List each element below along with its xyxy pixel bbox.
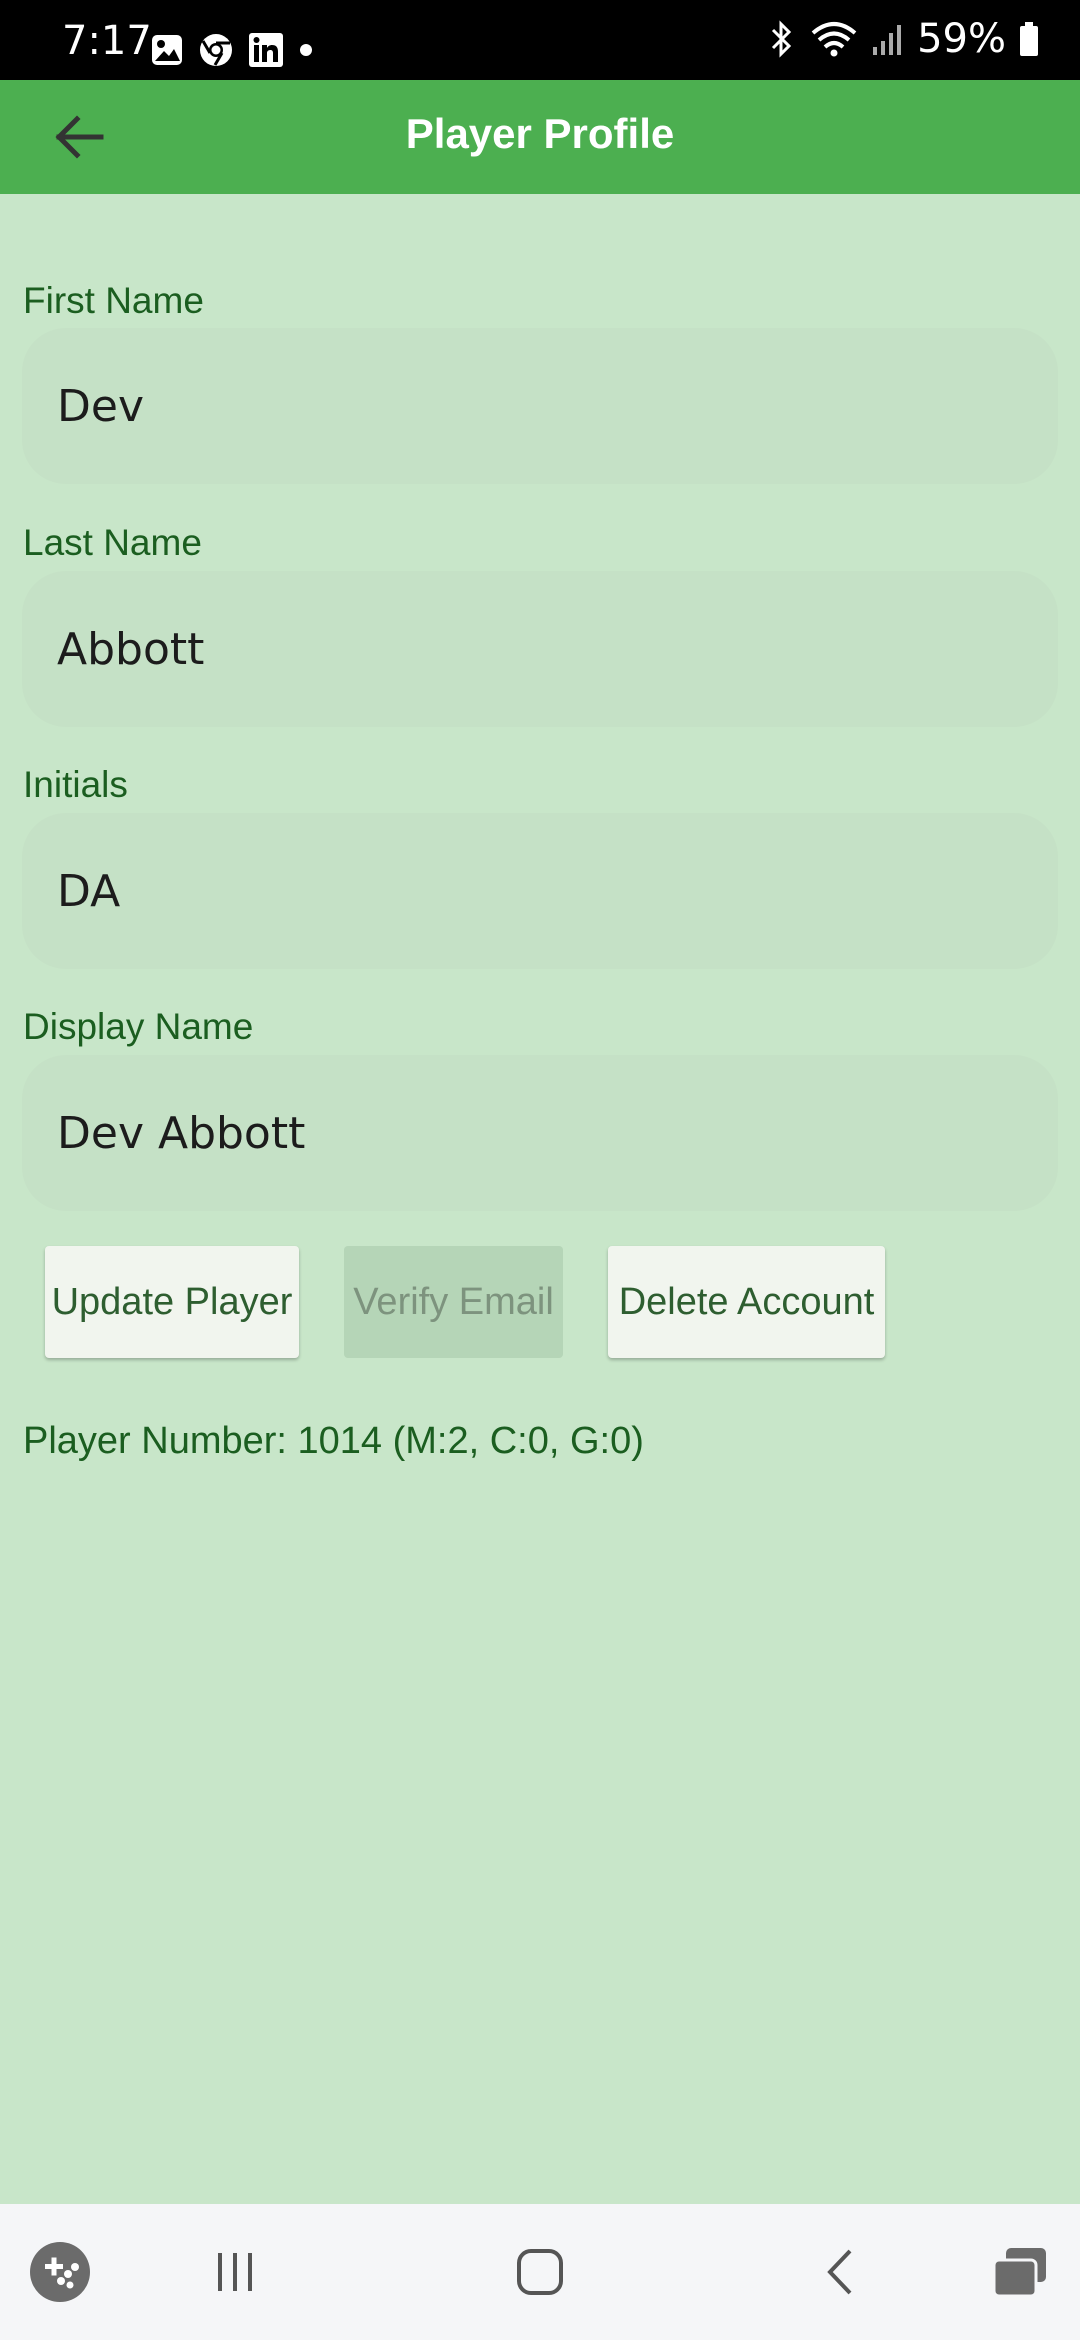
signal-icon — [873, 25, 902, 55]
home-button[interactable] — [500, 2204, 580, 2340]
page-title: Player Profile — [405, 110, 675, 157]
battery-percent: 59% — [917, 16, 1006, 62]
update-player-button[interactable]: Update Player — [45, 1246, 299, 1358]
multi-window-button[interactable] — [980, 2204, 1060, 2340]
app-bar: Player Profile — [0, 80, 1080, 194]
back-icon — [827, 2249, 852, 2295]
last-name-field[interactable]: Abbott — [22, 571, 1058, 727]
back-nav-button[interactable] — [800, 2204, 880, 2340]
delete-account-button[interactable]: Delete Account — [608, 1246, 885, 1358]
status-bar: 7:17 59% — [0, 0, 1080, 80]
first-name-label: First Name — [23, 280, 204, 321]
home-icon — [517, 2249, 563, 2295]
linkedin-icon — [249, 33, 283, 67]
initials-label: Initials — [23, 764, 128, 805]
gallery-icon — [152, 35, 182, 65]
display-name-field[interactable]: Dev Abbott — [22, 1055, 1058, 1211]
chrome-icon — [200, 34, 232, 66]
wifi-icon — [811, 22, 857, 57]
dot-icon — [300, 44, 312, 56]
system-icons: 59% — [767, 14, 1040, 64]
game-launcher-icon — [30, 2242, 90, 2302]
bluetooth-icon — [772, 20, 792, 58]
verify-email-button[interactable]: Verify Email — [344, 1246, 563, 1358]
status-time: 7:17 — [62, 18, 152, 64]
multi-window-icon — [992, 2248, 1046, 2298]
screen: 7:17 59% Player Profile First Name Dev L… — [0, 0, 1080, 2340]
initials-field[interactable]: DA — [22, 813, 1058, 969]
player-number-text: Player Number: 1014 (M:2, C:0, G:0) — [23, 1420, 644, 1462]
notification-icons — [150, 30, 314, 70]
recent-apps-button[interactable] — [195, 2204, 275, 2340]
display-name-label: Display Name — [23, 1006, 254, 1047]
game-launcher-button[interactable] — [22, 2204, 98, 2340]
battery-icon — [1020, 22, 1038, 56]
first-name-field[interactable]: Dev — [22, 328, 1058, 484]
last-name-label: Last Name — [23, 522, 202, 563]
recent-apps-icon — [218, 2253, 252, 2291]
system-nav-bar — [0, 2204, 1080, 2340]
